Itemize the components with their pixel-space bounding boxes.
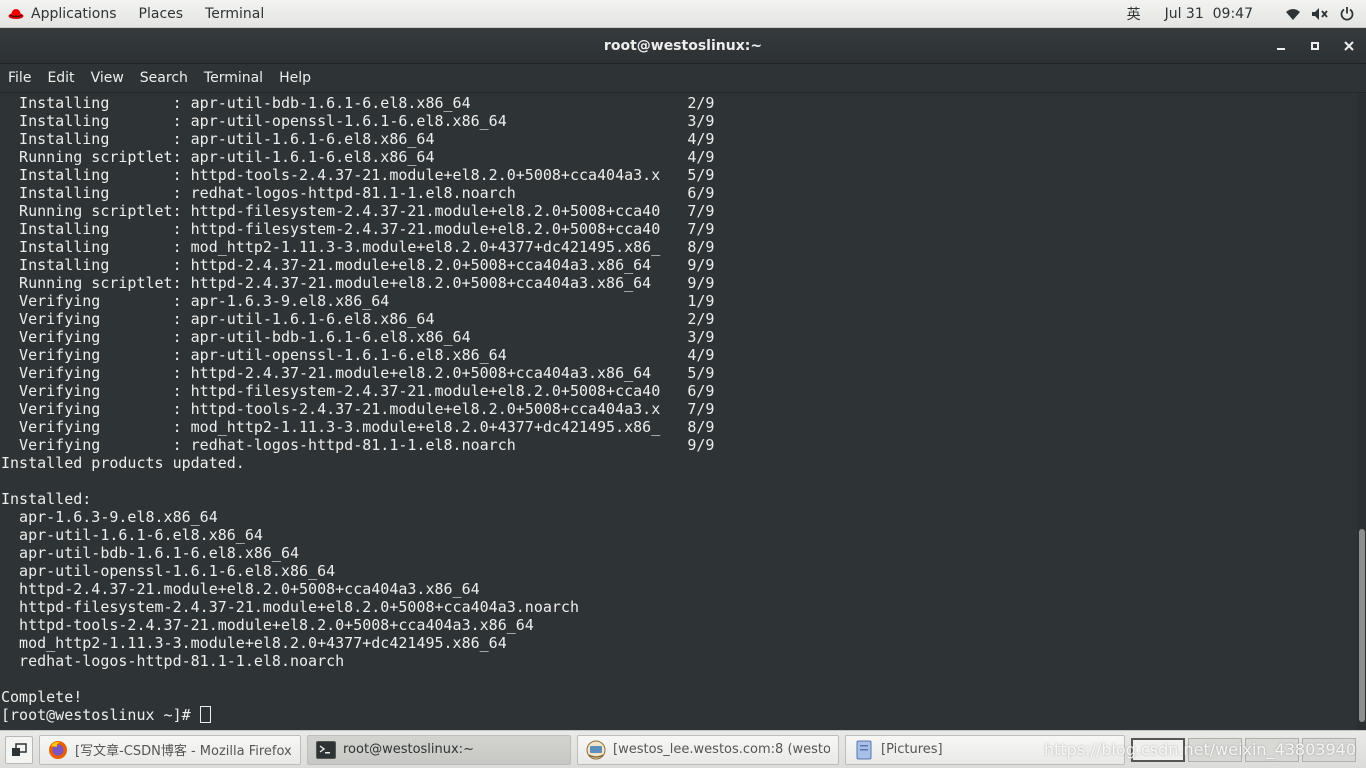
window-title: root@westoslinux:~ xyxy=(603,37,763,54)
places-label: Places xyxy=(138,5,184,22)
input-method-indicator[interactable]: 英 xyxy=(1127,4,1141,24)
file-manager-icon xyxy=(854,740,874,760)
menu-help[interactable]: Help xyxy=(271,64,319,93)
task-terminal[interactable]: root@westoslinux:~ xyxy=(307,734,571,765)
task-firefox[interactable]: [写文章-CSDN博客 - Mozilla Firefox] xyxy=(39,734,301,765)
terminal-line: httpd-filesystem-2.4.37-21.module+el8.2.… xyxy=(1,598,579,616)
terminal-line: Verifying : apr-util-1.6.1-6.el8.x86_64 … xyxy=(1,310,715,328)
show-desktop-icon xyxy=(12,742,27,756)
terminal-text: Installing : apr-util-bdb-1.6.1-6.el8.x8… xyxy=(1,94,714,724)
workspace-2[interactable] xyxy=(1188,737,1242,762)
firefox-icon xyxy=(48,740,68,760)
show-desktop-button[interactable] xyxy=(5,735,33,764)
terminal-line: Verifying : apr-util-bdb-1.6.1-6.el8.x86… xyxy=(1,328,715,346)
terminal-line: apr-util-bdb-1.6.1-6.el8.x86_64 xyxy=(1,544,300,562)
terminal-line: Verifying : apr-util-openssl-1.6.1-6.el8… xyxy=(1,346,715,364)
menu-search[interactable]: Search xyxy=(132,64,196,93)
shell-prompt: [root@westoslinux ~]# xyxy=(1,706,200,724)
terminal-line: apr-util-1.6.1-6.el8.x86_64 xyxy=(1,526,263,544)
terminal-line: Installing : redhat-logos-httpd-81.1-1.e… xyxy=(1,184,715,202)
terminal-line: Installing : httpd-2.4.37-21.module+el8.… xyxy=(1,256,715,274)
terminal-line: Installing : httpd-filesystem-2.4.37-21.… xyxy=(1,220,715,238)
terminal-line: Verifying : httpd-tools-2.4.37-21.module… xyxy=(1,400,715,418)
applications-label: Applications xyxy=(31,5,117,22)
workspace-3[interactable] xyxy=(1245,737,1299,762)
terminal-line: Installing : apr-util-openssl-1.6.1-6.el… xyxy=(1,112,715,130)
window-controls xyxy=(1264,28,1366,64)
terminal-line: Installing : apr-util-1.6.1-6.el8.x86_64… xyxy=(1,130,715,148)
close-button[interactable] xyxy=(1332,28,1366,64)
workspace-1[interactable] xyxy=(1131,737,1185,762)
terminal-line: Installing : mod_http2-1.11.3-3.module+e… xyxy=(1,238,715,256)
task-vnc-viewer[interactable]: [westos_lee.westos.com:8 (westos)... xyxy=(577,734,839,765)
terminal-line: Installed: xyxy=(1,490,92,508)
terminal-line: apr-1.6.3-9.el8.x86_64 xyxy=(1,508,218,526)
terminal-line: Installing : httpd-tools-2.4.37-21.modul… xyxy=(1,166,715,184)
terminal-line: apr-util-openssl-1.6.1-6.el8.x86_64 xyxy=(1,562,336,580)
minimize-button[interactable] xyxy=(1264,28,1298,64)
terminal-line: Running scriptlet: apr-util-1.6.1-6.el8.… xyxy=(1,148,715,166)
terminal-line: Installed products updated. xyxy=(1,454,245,472)
wifi-icon[interactable] xyxy=(1284,5,1302,23)
terminal-app-menu[interactable]: Terminal xyxy=(194,0,275,28)
terminal-line: Verifying : httpd-2.4.37-21.module+el8.2… xyxy=(1,364,715,382)
redhat-icon xyxy=(8,9,24,19)
task-label: [Pictures] xyxy=(881,742,943,757)
task-label: [westos_lee.westos.com:8 (westos)... xyxy=(613,742,830,757)
task-label: root@westoslinux:~ xyxy=(343,742,474,757)
task-pictures[interactable]: [Pictures] xyxy=(845,734,1125,765)
vnc-viewer-icon xyxy=(586,740,606,760)
places-menu[interactable]: Places xyxy=(128,0,195,28)
terminal-menubar: File Edit View Search Terminal Help xyxy=(0,64,1366,93)
menu-view[interactable]: View xyxy=(83,64,132,93)
text-cursor xyxy=(199,706,211,723)
terminal-icon xyxy=(316,740,336,760)
terminal-app-label: Terminal xyxy=(205,5,265,22)
menu-terminal[interactable]: Terminal xyxy=(196,64,271,93)
window-list-taskbar: [写文章-CSDN博客 - Mozilla Firefox] root@west… xyxy=(0,730,1366,768)
workspace-4[interactable] xyxy=(1302,737,1356,762)
terminal-line: mod_http2-1.11.3-3.module+el8.2.0+4377+d… xyxy=(1,634,507,652)
terminal-line: Verifying : httpd-filesystem-2.4.37-21.m… xyxy=(1,382,715,400)
clock[interactable]: Jul 31 09:47 xyxy=(1165,6,1253,22)
close-icon xyxy=(1344,41,1354,51)
terminal-line: Running scriptlet: httpd-2.4.37-21.modul… xyxy=(1,274,715,292)
terminal-prompt-line: [root@westoslinux ~]# xyxy=(1,706,714,724)
terminal-line: Complete! xyxy=(1,688,83,706)
maximize-icon xyxy=(1311,42,1319,50)
terminal-line: Running scriptlet: httpd-filesystem-2.4.… xyxy=(1,202,715,220)
workspace-switcher xyxy=(1128,737,1356,762)
menu-edit[interactable]: Edit xyxy=(39,64,82,93)
terminal-window: root@westoslinux:~ File Edit View Search… xyxy=(0,28,1366,730)
terminal-line: Verifying : apr-1.6.3-9.el8.x86_64 1/9 xyxy=(1,292,715,310)
terminal-line: Verifying : mod_http2-1.11.3-3.module+el… xyxy=(1,418,715,436)
panel-status-area: 英 Jul 31 09:47 xyxy=(1127,0,1366,28)
applications-menu[interactable]: Applications xyxy=(0,0,128,28)
scrollbar-thumb[interactable] xyxy=(1359,529,1365,722)
terminal-output[interactable]: Installing : apr-util-bdb-1.6.1-6.el8.x8… xyxy=(0,94,1366,730)
window-titlebar[interactable]: root@westoslinux:~ xyxy=(0,28,1366,64)
terminal-line: httpd-2.4.37-21.module+el8.2.0+5008+cca4… xyxy=(1,580,480,598)
maximize-button[interactable] xyxy=(1298,28,1332,64)
volume-icon[interactable] xyxy=(1311,5,1329,23)
terminal-line: Installing : apr-util-bdb-1.6.1-6.el8.x8… xyxy=(1,94,715,112)
power-icon[interactable] xyxy=(1338,5,1356,23)
terminal-line: redhat-logos-httpd-81.1-1.el8.noarch xyxy=(1,652,345,670)
menu-file[interactable]: File xyxy=(0,64,39,93)
terminal-scrollbar[interactable] xyxy=(1357,94,1366,730)
minimize-icon xyxy=(1277,48,1285,50)
terminal-line: Verifying : redhat-logos-httpd-81.1-1.el… xyxy=(1,436,715,454)
task-label: [写文章-CSDN博客 - Mozilla Firefox] xyxy=(75,744,292,759)
terminal-line: httpd-tools-2.4.37-21.module+el8.2.0+500… xyxy=(1,616,534,634)
top-panel: Applications Places Terminal 英 Jul 31 09… xyxy=(0,0,1366,28)
